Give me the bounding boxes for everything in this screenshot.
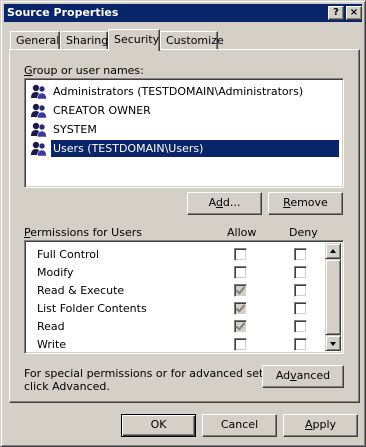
cancel-button[interactable]: Cancel <box>202 414 277 437</box>
allow-full-control-checkbox[interactable] <box>234 248 247 261</box>
arrow-down-icon <box>330 342 336 346</box>
apply-button[interactable]: Apply <box>283 414 358 437</box>
allow-read-checkbox <box>234 320 247 333</box>
tab-customize[interactable]: Customize <box>160 31 224 50</box>
scroll-up-button[interactable] <box>325 243 341 259</box>
tab-general[interactable]: General <box>10 31 60 50</box>
allow-modify-checkbox[interactable] <box>234 266 247 279</box>
users-group-icon <box>29 140 49 157</box>
list-item-creator-owner[interactable]: CREATOR OWNER <box>29 102 339 119</box>
tab-security[interactable]: Security <box>108 29 160 51</box>
deny-list-folder-contents-checkbox[interactable] <box>294 302 307 315</box>
list-item-label: CREATOR OWNER <box>53 104 151 117</box>
scroll-down-button[interactable] <box>325 335 341 351</box>
permission-row-write: Write <box>37 338 67 351</box>
ok-button[interactable]: OK <box>121 414 196 437</box>
group-user-list[interactable]: Administrators (TESTDOMAIN\Administrator… <box>24 78 344 188</box>
permission-row-list-folder-contents: List Folder Contents <box>37 302 147 315</box>
users-group-icon <box>29 121 49 138</box>
deny-write-checkbox[interactable] <box>294 338 307 351</box>
users-group-icon <box>29 102 49 119</box>
arrow-up-icon <box>330 249 336 253</box>
permission-row-full-control: Full Control <box>37 248 100 261</box>
permissions-label: Permissions for Users <box>24 226 142 239</box>
deny-modify-checkbox[interactable] <box>294 266 307 279</box>
allow-read-execute-checkbox <box>234 284 247 297</box>
list-item-administrators[interactable]: Administrators (TESTDOMAIN\Administrator… <box>29 83 339 100</box>
title-bar[interactable]: Source Properties ? × <box>4 4 362 22</box>
add-button[interactable]: Add... <box>187 192 262 215</box>
users-group-icon <box>29 83 49 100</box>
scroll-thumb[interactable] <box>325 259 341 335</box>
remove-button[interactable]: Remove <box>268 192 343 215</box>
special-permissions-text-line1: For special permissions or for advanced … <box>24 367 294 380</box>
allow-list-folder-contents-checkbox <box>234 302 247 315</box>
group-list-label: Group or user names: <box>24 64 144 77</box>
permission-row-modify: Modify <box>37 266 74 279</box>
list-item-label: Users (TESTDOMAIN\Users) <box>51 140 339 157</box>
tab-sharing[interactable]: Sharing <box>60 31 108 50</box>
special-permissions-text-line2: click Advanced. <box>24 380 110 393</box>
window-title: Source Properties <box>7 6 119 19</box>
permissions-scrollbar[interactable] <box>325 243 341 351</box>
security-tab-panel: Group or user names: Administrators (TES… <box>9 49 360 403</box>
deny-read-execute-checkbox[interactable] <box>294 284 307 297</box>
properties-dialog: Source Properties ? × General Sharing Se… <box>0 0 366 447</box>
deny-column-header: Deny <box>289 226 318 239</box>
permission-row-read-execute: Read & Execute <box>37 284 125 297</box>
close-button[interactable]: × <box>346 6 362 20</box>
allow-column-header: Allow <box>227 226 257 239</box>
permission-row-read: Read <box>37 320 65 333</box>
list-item-users[interactable]: Users (TESTDOMAIN\Users) <box>29 140 339 157</box>
list-item-label: SYSTEM <box>53 123 97 136</box>
help-button[interactable]: ? <box>328 6 344 20</box>
allow-write-checkbox[interactable] <box>234 338 247 351</box>
deny-full-control-checkbox[interactable] <box>294 248 307 261</box>
list-item-label: Administrators (TESTDOMAIN\Administrator… <box>53 85 304 98</box>
advanced-button[interactable]: Advanced <box>262 365 344 388</box>
deny-read-checkbox[interactable] <box>294 320 307 333</box>
permissions-list[interactable]: Full Control Modify Read & Execute List … <box>24 240 344 354</box>
list-item-system[interactable]: SYSTEM <box>29 121 339 138</box>
